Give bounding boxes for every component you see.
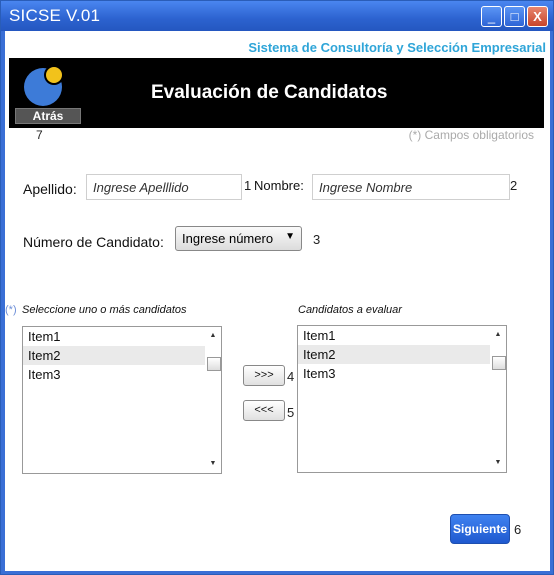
app-window: SICSE V.01 _ □ X Sistema de Consultoría … [0, 0, 554, 575]
maximize-button[interactable]: □ [504, 6, 525, 27]
scroll-up-icon[interactable]: ▲ [205, 329, 221, 343]
annotation-5: 5 [287, 405, 295, 420]
list-item[interactable]: Item3 [23, 365, 221, 384]
annotation-4: 4 [287, 369, 295, 384]
app-subtitle: Sistema de Consultoría y Selección Empre… [248, 40, 546, 55]
numero-candidato-label: Número de Candidato: [23, 234, 164, 250]
apellido-input[interactable]: Ingrese Apelllido [86, 174, 242, 200]
numero-candidato-select[interactable]: Ingrese número ▼ [175, 226, 302, 251]
nombre-label: Nombre: [254, 178, 304, 193]
annotation-3: 3 [313, 232, 321, 247]
main-content: Sistema de Consultoría y Selección Empre… [5, 31, 550, 571]
window-title: SICSE V.01 [9, 6, 101, 25]
selected-candidates-list[interactable]: Item1 Item2 Item3 ▲ ▼ [297, 325, 507, 473]
add-candidates-button[interactable]: >>> [243, 365, 285, 386]
apellido-label: Apellido: [23, 181, 77, 197]
annotation-7: 7 [36, 128, 43, 142]
annotation-6: 6 [514, 522, 522, 537]
scroll-down-icon[interactable]: ▼ [490, 456, 506, 470]
required-fields-note: (*) Campos obligatorios [408, 128, 534, 142]
title-bar[interactable]: SICSE V.01 _ □ X [1, 1, 553, 31]
minimize-button[interactable]: _ [481, 6, 502, 27]
scrollbar[interactable]: ▲ ▼ [205, 327, 221, 473]
scroll-thumb[interactable] [492, 356, 506, 370]
page-header: Atrás Evaluación de Candidatos [9, 58, 544, 128]
numero-candidato-value: Ingrese número [182, 231, 274, 246]
selected-candidates-label: Candidatos a evaluar [298, 304, 402, 316]
scroll-up-icon[interactable]: ▲ [490, 328, 506, 342]
list-item[interactable]: Item1 [23, 327, 221, 346]
list-item[interactable]: Item1 [298, 326, 506, 345]
list-item[interactable]: Item3 [298, 364, 506, 383]
page-title: Evaluación de Candidatos [151, 82, 388, 103]
moon-sun-logo-icon [24, 65, 64, 106]
available-candidates-label: Seleccione uno o más candidatos [22, 304, 187, 316]
scroll-down-icon[interactable]: ▼ [205, 457, 221, 471]
annotation-2: 2 [510, 178, 518, 193]
list-item[interactable]: Item2 [23, 346, 221, 365]
close-button[interactable]: X [527, 6, 548, 27]
scroll-thumb[interactable] [207, 357, 221, 371]
required-mark: (*) [5, 304, 17, 316]
scrollbar[interactable]: ▲ ▼ [490, 326, 506, 472]
chevron-down-icon: ▼ [285, 231, 295, 242]
back-button[interactable]: Atrás [15, 108, 81, 124]
nombre-input[interactable]: Ingrese Nombre [312, 174, 510, 200]
next-button[interactable]: Siguiente [450, 514, 510, 544]
remove-candidates-button[interactable]: <<< [243, 400, 285, 421]
annotation-1: 1 [244, 178, 252, 193]
list-item[interactable]: Item2 [298, 345, 506, 364]
available-candidates-list[interactable]: Item1 Item2 Item3 ▲ ▼ [22, 326, 222, 474]
